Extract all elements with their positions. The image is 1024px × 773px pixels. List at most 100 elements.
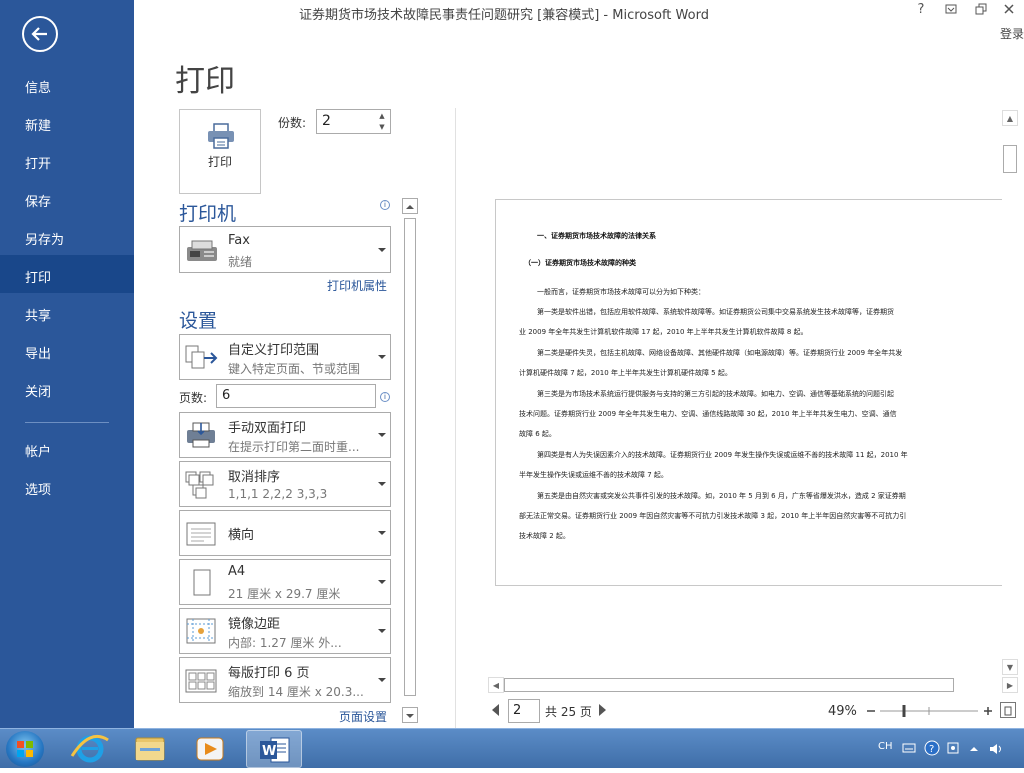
taskbar-app-explorer[interactable] [122, 730, 178, 768]
page-setup-link[interactable]: 页面设置 [339, 708, 387, 725]
current-page-value[interactable]: 2 [513, 703, 521, 718]
mirror-margins-icon [186, 618, 216, 644]
taskbar-app-media-player[interactable] [182, 730, 238, 768]
paper-size-dropdown[interactable]: A4 21 厘米 x 29.7 厘米 [179, 559, 391, 605]
printer-info-icon[interactable]: i [380, 200, 390, 210]
duplex-sub: 在提示打印第二面时重... [228, 440, 360, 454]
nav-close[interactable]: 关闭 [0, 369, 134, 407]
doc-line: 计算机硬件故障 7 起，2010 年上半年共发生计算机硬件故障 5 起。 [519, 369, 732, 377]
chevron-down-icon [378, 678, 386, 682]
nav-open[interactable]: 打开 [0, 141, 134, 179]
volume-icon[interactable] [988, 742, 1004, 756]
preview-scroll-right-icon[interactable]: ▶ [1002, 677, 1018, 693]
media-player-icon [196, 737, 224, 761]
zoom-to-page-icon[interactable] [1000, 702, 1016, 718]
system-tray: CH ? [864, 729, 1024, 769]
preview-scroll-up-icon[interactable]: ▲ [1002, 110, 1018, 126]
file-explorer-icon [135, 737, 165, 761]
restore-button[interactable] [970, 2, 992, 22]
preview-horizontal-scrollbar[interactable]: ◀ ▶ [488, 677, 1018, 693]
scroll-down-icon [406, 714, 414, 718]
scroll-down-button[interactable] [402, 707, 418, 723]
nav-account[interactable]: 帐户 [0, 429, 134, 467]
doc-line: 一般而言，证券期货市场技术故障可以分为如下种类： [537, 288, 705, 296]
sign-in-link[interactable]: 登录 [1000, 25, 1024, 42]
duplex-title: 手动双面打印 [228, 421, 307, 436]
nav-options[interactable]: 选项 [0, 467, 134, 505]
pages-per-sheet-sub: 缩放到 14 厘米 x 20.3... [228, 685, 364, 699]
word-backstage: 信息 新建 打开 保存 另存为 打印 共享 导出 关闭 帐户 选项 证券期货市场… [0, 0, 1024, 728]
previous-page-icon[interactable] [492, 704, 499, 716]
margins-dropdown[interactable]: 镜像边距 内部: 1.27 厘米 外... [179, 608, 391, 654]
restore-icon [975, 3, 987, 15]
preview-scroll-down-icon[interactable]: ▼ [1002, 659, 1018, 675]
close-window-button[interactable] [998, 2, 1020, 22]
print-button-label: 打印 [207, 155, 232, 169]
help-button[interactable]: ? [910, 2, 932, 22]
ime-indicator[interactable]: CH [878, 741, 893, 752]
back-button[interactable] [22, 16, 58, 52]
nav-save-as[interactable]: 另存为 [0, 217, 134, 255]
nav-export[interactable]: 导出 [0, 331, 134, 369]
ime-settings-icon[interactable] [946, 741, 960, 755]
pages-input[interactable]: 6 [216, 384, 376, 408]
pages-value[interactable]: 6 [222, 388, 230, 403]
start-button[interactable] [6, 731, 44, 767]
print-button[interactable]: 打印 [179, 109, 261, 194]
taskbar-app-ie[interactable] [62, 730, 118, 768]
next-page-icon[interactable] [599, 704, 606, 716]
doc-line: 故障 6 起。 [519, 430, 556, 438]
close-icon [1004, 4, 1014, 14]
scroll-up-button[interactable] [402, 198, 418, 214]
page-navigator: 2 共 25 页 [488, 699, 628, 723]
margins-sub: 内部: 1.27 厘米 外... [228, 636, 342, 650]
nav-share[interactable]: 共享 [0, 293, 134, 331]
windows-taskbar: W CH ? [0, 728, 1024, 768]
zoom-slider-thumb[interactable] [902, 705, 906, 717]
printer-icon [208, 123, 234, 149]
preview-vertical-scrollbar[interactable]: ▲ ▼ [1002, 110, 1018, 675]
nav-save[interactable]: 保存 [0, 179, 134, 217]
printer-properties-link[interactable]: 打印机属性 [327, 277, 387, 294]
orientation-dropdown[interactable]: 横向 [179, 510, 391, 556]
pages-per-sheet-title: 每版打印 6 页 [228, 666, 310, 681]
collate-dropdown[interactable]: 取消排序 1,1,1 2,2,2 3,3,3 [179, 461, 391, 507]
settings-section-heading: 设置 [179, 310, 218, 332]
pages-per-sheet-dropdown[interactable]: 每版打印 6 页 缩放到 14 厘米 x 20.3... [179, 657, 391, 703]
scroll-thumb[interactable] [404, 218, 416, 696]
paper-size-sub: 21 厘米 x 29.7 厘米 [228, 587, 341, 601]
printer-dropdown[interactable]: Fax 就绪 [179, 226, 391, 273]
preview-scroll-left-icon[interactable]: ◀ [488, 677, 504, 693]
keyboard-icon[interactable] [902, 742, 916, 754]
back-arrow-icon [31, 27, 47, 41]
taskbar-app-word[interactable]: W [246, 730, 302, 768]
current-page-input[interactable]: 2 [508, 699, 540, 723]
paper-size-icon [193, 569, 211, 596]
ribbon-display-button[interactable] [940, 2, 962, 22]
pages-label: 页数: [179, 391, 208, 405]
duplex-printer-icon [187, 422, 215, 448]
doc-line: 第三类是为市场技术系统运行提供服务与支持的第三方引起的技术故障。如电力、空调、通… [537, 390, 894, 398]
preview-hscroll-thumb[interactable] [504, 678, 954, 692]
pages-info-icon[interactable]: i [380, 392, 390, 402]
duplex-dropdown[interactable]: 手动双面打印 在提示打印第二面时重... [179, 412, 391, 458]
copies-up-icon[interactable]: ▲ [377, 111, 387, 121]
nav-new[interactable]: 新建 [0, 103, 134, 141]
nav-info[interactable]: 信息 [0, 65, 134, 103]
copies-spinner[interactable]: 2 ▲ ▼ [316, 109, 391, 134]
help-tray-icon[interactable]: ? [924, 740, 940, 756]
copies-value[interactable]: 2 [322, 113, 331, 129]
scroll-up-icon [406, 205, 414, 209]
print-range-dropdown[interactable]: 自定义打印范围 键入特定页面、节或范围 [179, 334, 391, 380]
margins-title: 镜像边距 [228, 617, 281, 632]
copies-down-icon[interactable]: ▼ [377, 122, 387, 132]
zoom-slider[interactable] [866, 702, 996, 720]
tray-overflow-icon[interactable] [968, 743, 980, 755]
backstage-sidebar: 信息 新建 打开 保存 另存为 打印 共享 导出 关闭 帐户 选项 [0, 0, 134, 728]
settings-scrollbar[interactable] [402, 198, 418, 723]
preview-page: 一、证券期货市场技术故障的法律关系 （一）证券期货市场技术故障的种类 一般而言，… [495, 199, 1005, 586]
preview-vscroll-thumb[interactable] [1003, 145, 1017, 173]
printer-name: Fax [228, 233, 250, 248]
nav-print[interactable]: 打印 [0, 255, 134, 293]
chevron-down-icon [378, 433, 386, 437]
